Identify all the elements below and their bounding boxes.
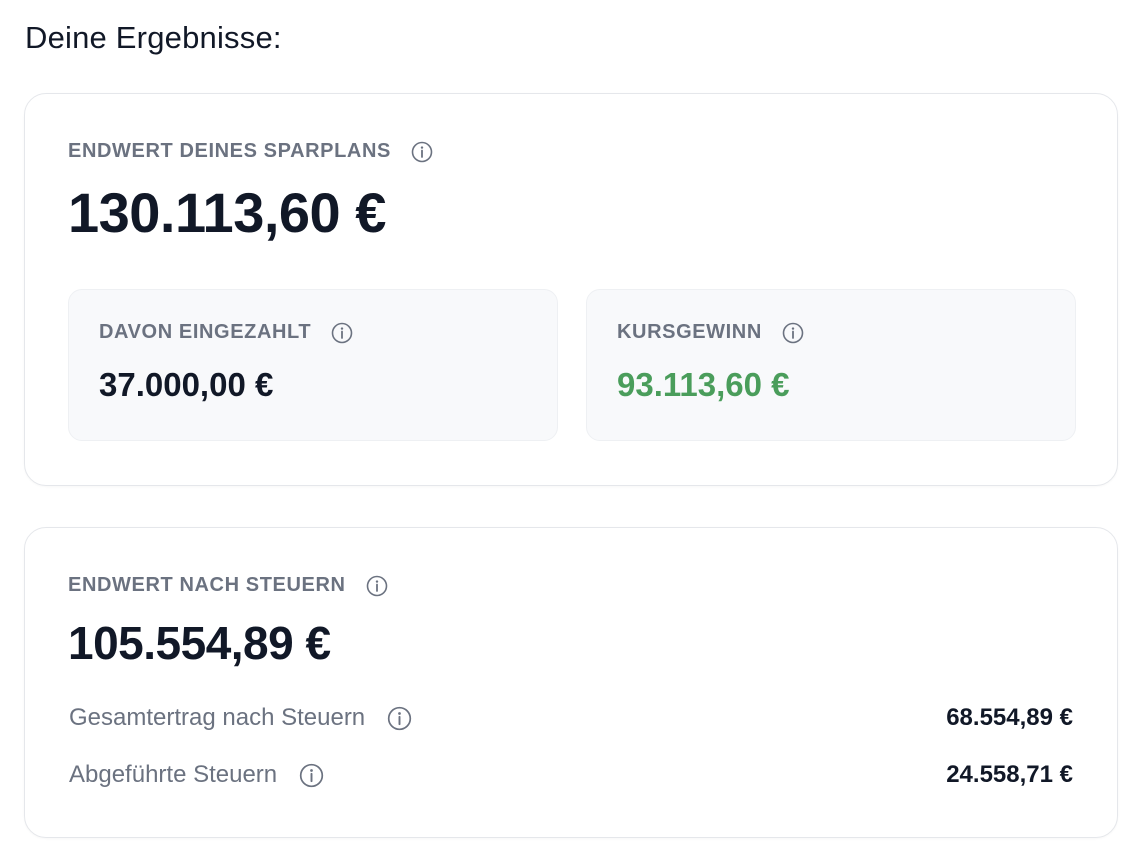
price-gain-amount: 93.113,60 € xyxy=(617,366,790,403)
after-tax-amount: 105.554,89 € xyxy=(68,617,331,669)
after-tax-label-row: ENDWERT NACH STEUERN xyxy=(68,574,388,597)
results-page: Deine Ergebnisse: ENDWERT DEINES SPARPLA… xyxy=(0,0,1136,856)
paid-in-card: DAVON EINGEZAHLT 37.000,00 € xyxy=(68,289,558,441)
detail-row-taxes-paid: Abgeführte Steuern 24.558,71 € xyxy=(69,761,1073,789)
final-value-amount: 130.113,60 € xyxy=(68,181,386,244)
results-heading: Deine Ergebnisse: xyxy=(25,20,282,55)
info-icon[interactable] xyxy=(366,575,388,597)
taxes-paid-amount: 24.558,71 € xyxy=(946,761,1073,788)
info-icon[interactable] xyxy=(411,141,433,163)
total-return-label: Gesamtertrag nach Steuern xyxy=(69,704,366,731)
total-return-amount: 68.554,89 € xyxy=(946,704,1073,731)
after-tax-label: ENDWERT NACH STEUERN xyxy=(68,574,346,596)
price-gain-label-row: KURSGEWINN xyxy=(617,321,804,344)
info-icon[interactable] xyxy=(782,322,804,344)
info-icon[interactable] xyxy=(299,763,324,788)
final-value-label-row: ENDWERT DEINES SPARPLANS xyxy=(68,140,433,163)
paid-in-amount: 37.000,00 € xyxy=(99,366,274,403)
final-value-label: ENDWERT DEINES SPARPLANS xyxy=(68,140,391,162)
paid-in-label-row: DAVON EINGEZAHLT xyxy=(99,321,353,344)
paid-in-label: DAVON EINGEZAHLT xyxy=(99,321,312,343)
price-gain-card: KURSGEWINN 93.113,60 € xyxy=(586,289,1076,441)
info-icon[interactable] xyxy=(331,322,353,344)
final-value-card: ENDWERT DEINES SPARPLANS 130.113,60 € DA… xyxy=(24,93,1118,486)
after-tax-card: ENDWERT NACH STEUERN 105.554,89 € Gesamt… xyxy=(24,527,1118,838)
info-icon[interactable] xyxy=(387,706,412,731)
taxes-paid-label: Abgeführte Steuern xyxy=(69,761,278,788)
price-gain-label: KURSGEWINN xyxy=(617,321,762,343)
detail-row-total-return: Gesamtertrag nach Steuern 68.554,89 € xyxy=(69,704,1073,732)
